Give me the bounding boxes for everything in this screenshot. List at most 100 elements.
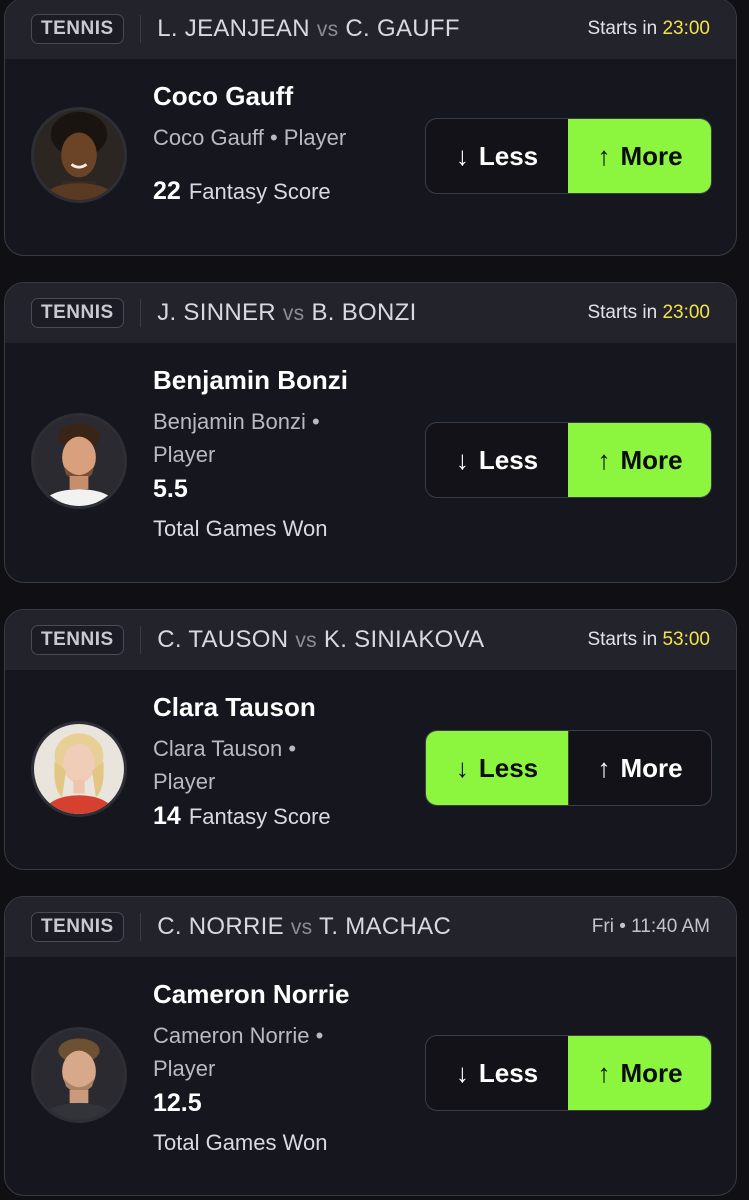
arrow-up-icon: ↑: [597, 1057, 611, 1088]
countdown: 23:00: [662, 18, 710, 39]
player-info: Benjamin Bonzi Benjamin Bonzi • Player 5.…: [153, 365, 413, 542]
player-subtitle-line1: Benjamin Bonzi •: [153, 409, 320, 434]
more-button[interactable]: ↑ More: [568, 731, 711, 805]
more-label: More: [620, 444, 683, 475]
player-name: Benjamin Bonzi: [153, 365, 349, 395]
stat-type: Fantasy Score: [188, 804, 331, 829]
player-avatar: [31, 1027, 127, 1123]
team-a: J. SINNER: [157, 299, 276, 326]
arrow-down-icon: ↓: [455, 444, 469, 475]
projection-card[interactable]: TENNIS J. SINNER vs B. BONZI Starts in 2…: [4, 282, 737, 583]
arrow-up-icon: ↑: [597, 444, 611, 475]
stat-type: Total Games Won: [153, 516, 328, 541]
card-body: Coco Gauff Coco Gauff • Player 22 Fantasy…: [5, 59, 736, 255]
stat-type: Total Games Won: [153, 1130, 328, 1155]
more-button[interactable]: ↑ More: [568, 1036, 711, 1110]
player-subtitle-line2: Player: [153, 769, 216, 794]
arrow-down-icon: ↓: [455, 1057, 469, 1088]
card-header: TENNIS L. JEANJEAN vs C. GAUFF Starts in…: [5, 0, 736, 59]
player-subtitle: Benjamin Bonzi • Player: [153, 405, 413, 471]
player-avatar: [31, 721, 127, 817]
team-b: B. BONZI: [311, 299, 417, 326]
less-label: Less: [478, 1057, 539, 1088]
team-a: L. JEANJEAN: [157, 15, 310, 42]
player-name: Cameron Norrie: [153, 979, 350, 1009]
vs-label: vs: [316, 18, 339, 41]
sport-badge: TENNIS: [31, 912, 124, 942]
player-info: Cameron Norrie Cameron Norrie • Player 12…: [153, 979, 413, 1156]
header-divider: [139, 299, 142, 327]
vs-label: vs: [290, 916, 313, 939]
start-time: Starts in 23:00: [587, 18, 710, 40]
less-label: Less: [478, 752, 539, 783]
player-subtitle: Coco Gauff • Player: [153, 125, 347, 150]
line-value: 14: [153, 802, 181, 830]
matchup: C. TAUSON vs K. SINIAKOVA: [157, 626, 484, 654]
line-value: 5.5: [153, 475, 188, 503]
team-b: K. SINIAKOVA: [323, 626, 485, 653]
player-avatar: [31, 413, 127, 509]
player-info: Coco Gauff Coco Gauff • Player 22 Fantasy…: [153, 81, 413, 206]
header-divider: [139, 626, 142, 654]
player-subtitle: Cameron Norrie • Player: [153, 1019, 413, 1085]
start-prefix: Starts in: [587, 18, 658, 39]
arrow-up-icon: ↑: [597, 140, 611, 171]
card-body: Cameron Norrie Cameron Norrie • Player 12…: [5, 957, 736, 1195]
card-header: TENNIS J. SINNER vs B. BONZI Starts in 2…: [5, 283, 736, 343]
player-photo: [34, 1030, 124, 1120]
less-label: Less: [478, 140, 539, 171]
player-avatar: [31, 107, 127, 203]
countdown: 23:00: [662, 302, 710, 323]
projection-card[interactable]: TENNIS C. NORRIE vs T. MACHAC Fri • 11:4…: [4, 896, 737, 1196]
arrow-up-icon: ↑: [597, 752, 611, 783]
matchup: C. NORRIE vs T. MACHAC: [157, 913, 451, 941]
start-prefix: Starts in: [587, 629, 658, 650]
sport-badge: TENNIS: [31, 14, 124, 44]
team-a: C. NORRIE: [157, 913, 284, 940]
arrow-down-icon: ↓: [455, 752, 469, 783]
team-b: C. GAUFF: [345, 15, 460, 42]
card-header: TENNIS C. NORRIE vs T. MACHAC Fri • 11:4…: [5, 897, 736, 957]
arrow-down-icon: ↓: [455, 140, 469, 171]
vs-label: vs: [282, 302, 305, 325]
player-info: Clara Tauson Clara Tauson • Player 14 Fant…: [153, 692, 413, 831]
matchup: L. JEANJEAN vs C. GAUFF: [157, 15, 460, 43]
start-time: Starts in 23:00: [587, 302, 710, 324]
player-subtitle: Clara Tauson • Player: [153, 732, 413, 798]
vs-label: vs: [295, 629, 317, 652]
pick-toggle: ↓ Less ↑ More: [425, 422, 712, 498]
less-label: Less: [478, 444, 539, 475]
less-button[interactable]: ↓ Less: [426, 119, 568, 193]
matchup: J. SINNER vs B. BONZI: [157, 299, 416, 327]
player-photo: [34, 724, 124, 814]
player-name: Coco Gauff: [153, 81, 294, 111]
stat-type: Fantasy Score: [188, 179, 331, 204]
team-a: C. TAUSON: [157, 626, 289, 653]
start-time: Fri • 11:40 AM: [591, 916, 710, 937]
player-subtitle-line1: Clara Tauson •: [153, 736, 297, 761]
start-prefix: Starts in: [587, 302, 658, 323]
player-subtitle-line1: Cameron Norrie •: [153, 1023, 324, 1048]
player-photo: [34, 416, 124, 506]
projection-line: 22 Fantasy Score: [153, 177, 413, 206]
more-label: More: [620, 1057, 683, 1088]
less-button[interactable]: ↓ Less: [426, 423, 568, 497]
card-body: Clara Tauson Clara Tauson • Player 14 Fant…: [5, 670, 736, 869]
player-subtitle-line2: Player: [153, 442, 216, 467]
card-body: Benjamin Bonzi Benjamin Bonzi • Player 5.…: [5, 343, 736, 582]
more-button[interactable]: ↑ More: [568, 119, 711, 193]
sport-badge: TENNIS: [31, 298, 124, 328]
player-name: Clara Tauson: [153, 692, 316, 722]
more-label: More: [620, 752, 683, 783]
less-button[interactable]: ↓ Less: [426, 1036, 568, 1110]
pick-toggle: ↓ Less ↑ More: [425, 1035, 712, 1111]
more-button[interactable]: ↑ More: [568, 423, 711, 497]
projection-card[interactable]: TENNIS C. TAUSON vs K. SINIAKOVA Starts …: [4, 609, 737, 870]
team-b: T. MACHAC: [319, 913, 452, 940]
sport-badge: TENNIS: [31, 625, 124, 655]
countdown: 53:00: [662, 629, 710, 650]
line-value: 12.5: [153, 1089, 202, 1117]
less-button[interactable]: ↓ Less: [426, 731, 568, 805]
more-label: More: [620, 140, 683, 171]
projection-card[interactable]: TENNIS L. JEANJEAN vs C. GAUFF Starts in…: [4, 0, 737, 256]
